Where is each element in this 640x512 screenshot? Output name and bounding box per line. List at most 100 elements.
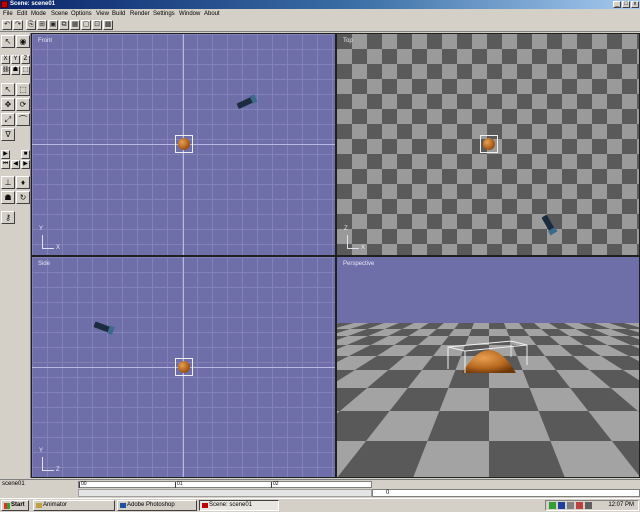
- cut-icon[interactable]: ⧉: [59, 20, 69, 30]
- title-bar: Scene: scene01 _ □ x: [0, 0, 640, 9]
- select-arrow-icon[interactable]: ↖: [1, 35, 15, 48]
- viewport-front[interactable]: Front Y X: [31, 33, 336, 256]
- tray-check-icon[interactable]: [549, 502, 556, 509]
- task-scene[interactable]: Scene: scene01: [199, 500, 279, 511]
- box-icon[interactable]: ⬚: [21, 66, 30, 75]
- timeline-scene-label: scene01: [2, 481, 25, 487]
- view-eye-icon[interactable]: ◉: [16, 35, 30, 48]
- app-icon[interactable]: [1, 1, 8, 8]
- axis-x-button[interactable]: X: [1, 55, 10, 64]
- sphere-object[interactable]: [480, 135, 498, 153]
- tick-label: 00: [81, 481, 87, 487]
- camera-object[interactable]: [93, 321, 111, 333]
- current-frame-value: 0: [386, 490, 390, 496]
- viewport-top[interactable]: Top Z X: [336, 33, 640, 256]
- menu-settings[interactable]: Settings: [153, 10, 175, 18]
- morph-icon[interactable]: ♦: [16, 176, 30, 189]
- viewport-label: Side: [38, 261, 51, 267]
- prev-frame-icon[interactable]: ◀: [11, 160, 20, 169]
- menu-build[interactable]: Build: [112, 10, 125, 18]
- close-button[interactable]: x: [631, 1, 639, 8]
- gizmo-v: [42, 457, 43, 470]
- axis-label-x: X: [56, 245, 61, 251]
- tray-volume-icon[interactable]: [585, 502, 592, 509]
- current-frame-field[interactable]: 0: [372, 489, 640, 497]
- start-label: Start: [11, 502, 25, 508]
- viewport-perspective[interactable]: Perspective: [336, 256, 640, 478]
- redo-icon[interactable]: ↷: [13, 20, 23, 30]
- axis-y-button[interactable]: Y: [11, 55, 20, 64]
- axis-gizmo: Y X: [39, 226, 61, 255]
- task-photoshop[interactable]: Adobe Photoshop: [117, 500, 197, 511]
- sphere-mesh: [178, 361, 190, 373]
- sphere-object[interactable]: [175, 135, 193, 153]
- link-icon[interactable]: ⛓: [1, 66, 10, 75]
- menu-scene[interactable]: Scene: [51, 10, 68, 18]
- minimize-button[interactable]: _: [613, 1, 621, 8]
- maximize-button[interactable]: □: [622, 1, 630, 8]
- play-icon[interactable]: ▶: [1, 150, 10, 159]
- timeline: scene01 00 01 02 0: [0, 479, 640, 498]
- open-icon[interactable]: ⊞: [37, 20, 47, 30]
- camera-object[interactable]: [541, 214, 555, 232]
- next-frame-icon[interactable]: ▶: [21, 160, 30, 169]
- camera-object[interactable]: [236, 96, 254, 110]
- bounding-box: [447, 340, 528, 373]
- undo-icon[interactable]: ↶: [2, 20, 12, 30]
- start-button[interactable]: Start: [1, 500, 29, 511]
- human-icon[interactable]: ☗: [11, 66, 20, 75]
- timeline-ruler[interactable]: 00 01 02: [78, 481, 372, 488]
- render-icon[interactable]: ⊡: [92, 20, 102, 30]
- menu-render[interactable]: Render: [130, 10, 150, 18]
- tick: [271, 482, 272, 488]
- lasso-icon[interactable]: ⌒: [16, 113, 30, 126]
- tick-label: 01: [177, 481, 183, 487]
- viewport-label: Front: [38, 38, 53, 44]
- photoshop-icon: [120, 503, 126, 508]
- axis-gizmo: Y Z: [39, 448, 60, 477]
- tray-display-icon[interactable]: [567, 502, 574, 509]
- stop-icon[interactable]: ■: [21, 150, 30, 159]
- sphere-mesh: [178, 138, 190, 150]
- menu-file[interactable]: File: [3, 10, 13, 18]
- viewport-side[interactable]: Side Y Z: [31, 256, 336, 478]
- key-icon[interactable]: ⚷: [1, 211, 15, 224]
- move-icon[interactable]: ✥: [1, 98, 15, 111]
- rewind-icon[interactable]: ⏮: [1, 160, 10, 169]
- viewport-label: Perspective: [343, 261, 375, 267]
- clock: 12:07 PM: [608, 502, 634, 508]
- axis-label-z: Z: [56, 467, 60, 473]
- menu-options[interactable]: Options: [71, 10, 92, 18]
- menu-about[interactable]: About: [204, 10, 220, 18]
- scale-icon[interactable]: ⤢: [1, 113, 15, 126]
- camera-icon[interactable]: ▩: [103, 20, 113, 30]
- task-animator[interactable]: Animator: [33, 500, 115, 511]
- paste-icon[interactable]: ▢: [81, 20, 91, 30]
- system-tray: 12:07 PM: [545, 500, 639, 511]
- menu-view[interactable]: View: [96, 10, 109, 18]
- new-icon[interactable]: ⎘: [26, 20, 36, 30]
- save-icon[interactable]: ▣: [48, 20, 58, 30]
- sphere-object[interactable]: [175, 358, 193, 376]
- marquee-icon[interactable]: ⬚: [16, 83, 30, 96]
- tray-app-icon[interactable]: [576, 502, 583, 509]
- refresh-icon[interactable]: ↻: [16, 191, 30, 204]
- copy-icon[interactable]: ▦: [70, 20, 80, 30]
- timeline-scrollbar[interactable]: [78, 489, 372, 497]
- menu-window[interactable]: Window: [179, 10, 200, 18]
- magnet-icon[interactable]: ∇: [1, 128, 15, 141]
- bone-icon[interactable]: ⊥: [1, 176, 15, 189]
- tick: [79, 482, 80, 488]
- rotate-icon[interactable]: ⟳: [16, 98, 30, 111]
- figure-icon[interactable]: ☗: [1, 191, 15, 204]
- axis-label-y: Y: [39, 226, 44, 232]
- menu-mode[interactable]: Mode: [31, 10, 46, 18]
- gizmo-v: [347, 235, 348, 248]
- dome-object[interactable]: [462, 350, 516, 373]
- axis-label-x: X: [361, 245, 366, 251]
- menu-edit[interactable]: Edit: [17, 10, 27, 18]
- axis-z-button[interactable]: Z: [21, 55, 30, 64]
- menu-bar: File Edit Mode Scene Options View Build …: [0, 9, 640, 19]
- pointer-icon[interactable]: ↖: [1, 83, 15, 96]
- tray-network-icon[interactable]: [558, 502, 565, 509]
